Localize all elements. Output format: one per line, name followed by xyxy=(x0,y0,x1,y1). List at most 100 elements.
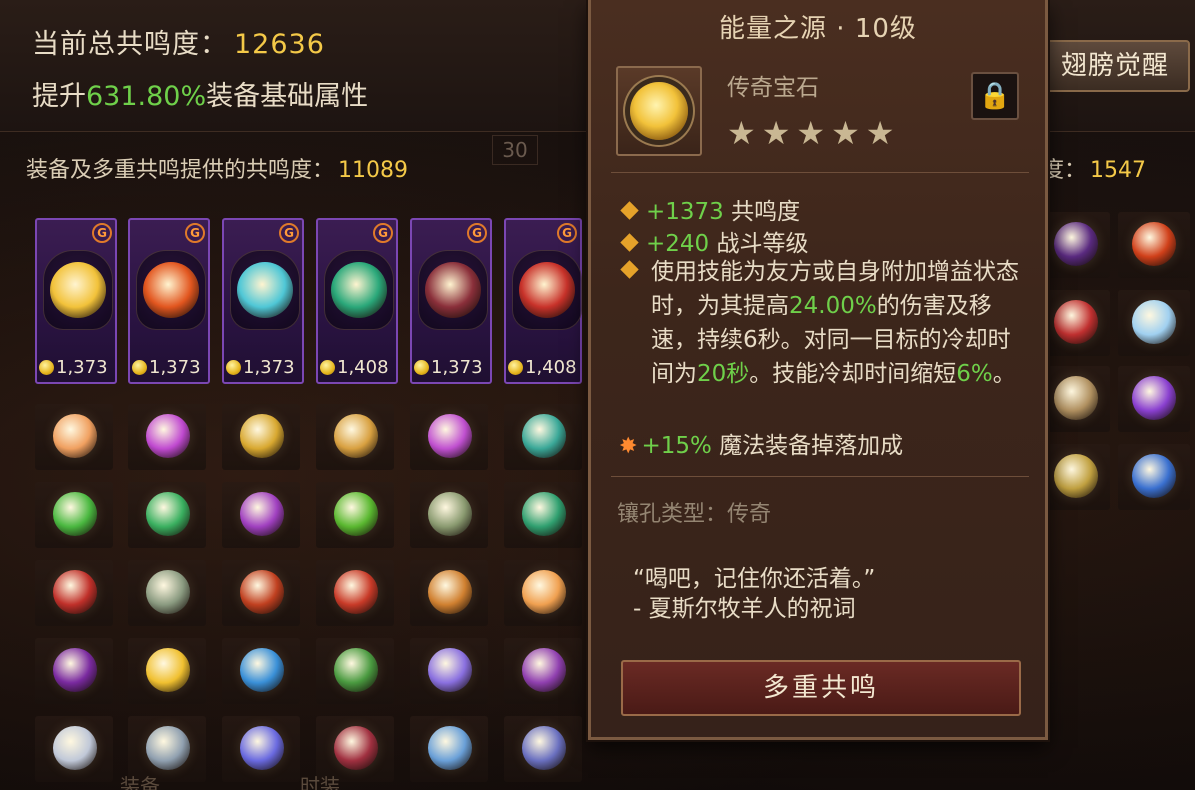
legendary-gem-icon xyxy=(519,262,575,318)
attribute-boost: 提升631.80%装备基础属性 xyxy=(32,74,368,113)
gem-resonance-value: 1,373 xyxy=(132,357,201,378)
tab-fashion[interactable]: 时装 xyxy=(300,770,340,790)
gem-slot[interactable] xyxy=(222,560,300,626)
desc-cooldown-reduction: 6% xyxy=(956,361,993,387)
gem-slot[interactable] xyxy=(35,482,113,548)
gem-effect-description: 使用技能为友方或自身附加增益状态时，为其提高24.00%的伤害及移速，持续6秒。… xyxy=(651,255,1031,391)
gem-slot[interactable] xyxy=(35,560,113,626)
stat-combat-level-label: 战斗等级 xyxy=(709,231,809,257)
gem-icon xyxy=(1054,454,1098,498)
total-resonance-label: 当前总共鸣度： xyxy=(32,29,228,60)
gem-resonance-number: 1,408 xyxy=(337,357,389,378)
gem-icon xyxy=(240,414,284,458)
stat-bullet-icon xyxy=(620,233,639,252)
stat-combat-level-value: +240 xyxy=(646,231,710,257)
boost-suffix: 装备基础属性 xyxy=(206,81,369,112)
legendary-gem-icon xyxy=(425,262,481,318)
gem-slot[interactable] xyxy=(1040,366,1110,432)
stat-magic-drop-label: 魔法装备掉落加成 xyxy=(711,433,904,459)
gem-slot[interactable] xyxy=(1118,290,1190,356)
gem-slot[interactable] xyxy=(222,404,300,470)
stat-bullet-icon xyxy=(620,258,646,284)
gem-slot[interactable] xyxy=(504,482,582,548)
gem-slot[interactable] xyxy=(410,482,488,548)
gem-slot[interactable] xyxy=(1118,212,1190,278)
gem-icon xyxy=(334,726,378,770)
gem-slot[interactable] xyxy=(1118,444,1190,510)
gem-icon xyxy=(1132,454,1176,498)
gem-slot[interactable] xyxy=(35,404,113,470)
multi-resonance-button[interactable]: 多重共鸣 xyxy=(621,660,1021,716)
coin-icon xyxy=(508,360,523,375)
gem-slot[interactable] xyxy=(128,638,206,704)
gem-resonance-number: 1,373 xyxy=(243,357,295,378)
gem-slot[interactable] xyxy=(222,482,300,548)
gem-slot[interactable] xyxy=(410,404,488,470)
equipped-gem-card[interactable]: G 1,373 xyxy=(222,218,304,384)
gem-slot[interactable] xyxy=(316,404,394,470)
gem-icon xyxy=(522,648,566,692)
gem-slot[interactable] xyxy=(504,560,582,626)
gem-icon xyxy=(334,492,378,536)
gem-icon xyxy=(1132,222,1176,266)
equip-resonance: 装备及多重共鸣提供的共鸣度： 11089 xyxy=(26,152,408,184)
equipped-gem-card[interactable]: G 1,408 xyxy=(504,218,582,384)
gem-slot[interactable] xyxy=(504,404,582,470)
divider xyxy=(611,476,1029,477)
gem-resonance-value: 1,373 xyxy=(414,357,483,378)
gem-icon xyxy=(53,726,97,770)
gem-slot[interactable] xyxy=(128,482,206,548)
gem-slot[interactable] xyxy=(128,560,206,626)
gem-slot[interactable] xyxy=(316,482,394,548)
gem-resonance-number: 1,373 xyxy=(149,357,201,378)
wing-awaken-button[interactable]: 翅膀觉醒 xyxy=(1040,40,1190,92)
desc-percent: 24.00% xyxy=(789,293,877,319)
desc-text: 。 xyxy=(992,361,1016,387)
gem-slot[interactable] xyxy=(222,716,300,782)
socket-type-label: 镶孔类型： xyxy=(617,502,728,527)
gem-slot[interactable] xyxy=(1040,290,1110,356)
gem-icon xyxy=(53,492,97,536)
gem-icon xyxy=(1132,300,1176,344)
socket-type: 镶孔类型：传奇 xyxy=(617,496,771,528)
gem-slot[interactable] xyxy=(1040,212,1110,278)
gem-icon xyxy=(1054,222,1098,266)
gem-slot[interactable] xyxy=(410,560,488,626)
equipped-gem-card[interactable]: G 1,373 xyxy=(35,218,117,384)
gem-slot[interactable] xyxy=(316,638,394,704)
stat-combat-level: +240 战斗等级 xyxy=(620,224,809,258)
coin-icon xyxy=(226,360,241,375)
gem-resonance-number: 1,408 xyxy=(525,357,577,378)
gem-slot[interactable] xyxy=(504,638,582,704)
gem-slot[interactable] xyxy=(128,404,206,470)
equipped-gem-card[interactable]: G 1,408 xyxy=(316,218,398,384)
gem-icon xyxy=(334,414,378,458)
gem-icon xyxy=(428,570,472,614)
equipped-gem-card[interactable]: G 1,373 xyxy=(410,218,492,384)
gem-slot[interactable] xyxy=(410,638,488,704)
gem-slot[interactable] xyxy=(222,638,300,704)
gem-slot[interactable] xyxy=(35,716,113,782)
stat-resonance: +1373 共鸣度 xyxy=(620,192,800,226)
gem-slot[interactable] xyxy=(35,638,113,704)
tab-equipment[interactable]: 装备 xyxy=(120,770,160,790)
gem-slot[interactable] xyxy=(504,716,582,782)
gem-icon xyxy=(240,570,284,614)
gem-icon xyxy=(522,726,566,770)
equipped-gem-card[interactable]: G 1,373 xyxy=(128,218,210,384)
gem-slot[interactable] xyxy=(316,560,394,626)
gem-icon xyxy=(146,648,190,692)
gem-slot[interactable] xyxy=(410,716,488,782)
lock-icon[interactable]: 🔒 xyxy=(971,72,1019,120)
quote-attribution: - 夏斯尔牧羊人的祝词 xyxy=(633,596,856,622)
gem-icon xyxy=(334,648,378,692)
equip-resonance-label: 装备及多重共鸣提供的共鸣度： xyxy=(26,158,335,183)
stat-magic-drop-value: +15% xyxy=(641,433,712,459)
resonance-mark-icon: G xyxy=(467,223,487,243)
gem-slot[interactable] xyxy=(1118,366,1190,432)
legendary-gem-icon xyxy=(143,262,199,318)
gem-icon xyxy=(522,414,566,458)
burst-icon: ✸ xyxy=(619,434,638,459)
gem-slot[interactable] xyxy=(1040,444,1110,510)
gem-icon xyxy=(522,570,566,614)
